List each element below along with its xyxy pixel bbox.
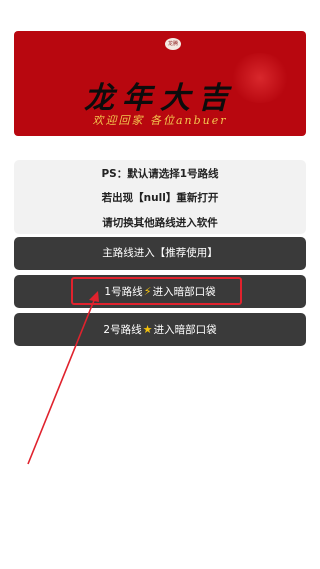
arrow-head xyxy=(89,291,99,302)
arrow-shaft xyxy=(27,297,96,465)
annotation-arrow xyxy=(27,291,99,465)
